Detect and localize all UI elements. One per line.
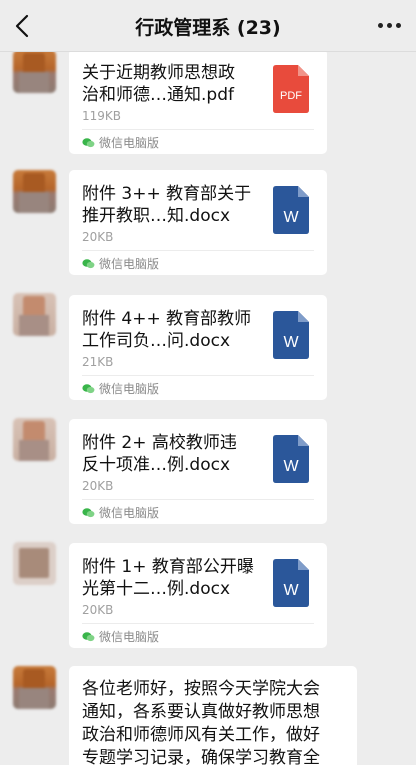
source-label: 微信电脑版	[99, 381, 160, 396]
text-message-bubble[interactable]: 各位老师好，按照今天学院大会 通知，各系要认真做好教师思想 政治和师德师风有关工…	[69, 666, 357, 765]
source-label: 微信电脑版	[99, 135, 160, 150]
source-row: 微信电脑版	[82, 134, 159, 150]
pdf-file-icon: PDF	[273, 65, 309, 113]
file-name: 关于近期教师思想政 治和师德…通知.pdf	[82, 63, 235, 105]
sender-avatar[interactable]	[13, 666, 56, 709]
svg-text:W: W	[283, 209, 299, 226]
file-size: 20KB	[82, 230, 114, 244]
word-file-icon: W	[273, 186, 309, 234]
sender-avatar[interactable]	[13, 293, 56, 336]
file-message-card[interactable]: 附件 4++ 教育部教师 工作司负…问.docx 21KB 微信电脑版 W	[69, 295, 327, 400]
word-file-icon: W	[273, 311, 309, 359]
card-divider	[82, 250, 314, 251]
card-divider	[82, 375, 314, 376]
wechat-icon	[82, 383, 95, 393]
sender-avatar[interactable]	[13, 418, 56, 461]
source-row: 微信电脑版	[82, 380, 159, 396]
file-name: 附件 2+ 高校教师违 反十项准…例.docx	[82, 433, 237, 475]
chat-title: 行政管理系 (23)	[135, 17, 281, 39]
svg-text:W: W	[283, 582, 299, 599]
word-file-icon: W	[273, 559, 309, 607]
chat-message-list[interactable]: 关于近期教师思想政 治和师德…通知.pdf 119KB 微信电脑版 PDF 附件…	[0, 52, 416, 765]
sender-avatar[interactable]	[13, 52, 56, 93]
more-options-icon[interactable]	[378, 22, 402, 30]
message-text: 各位老师好，按照今天学院大会 通知，各系要认真做好教师思想 政治和师德师风有关工…	[82, 679, 320, 765]
card-divider	[82, 129, 314, 130]
wechat-icon	[82, 631, 95, 641]
file-message-card[interactable]: 附件 3++ 教育部关于 推开教职…知.docx 20KB 微信电脑版 W	[69, 170, 327, 275]
file-name: 附件 3++ 教育部关于 推开教职…知.docx	[82, 184, 252, 226]
wechat-icon	[82, 507, 95, 517]
file-message-card[interactable]: 关于近期教师思想政 治和师德…通知.pdf 119KB 微信电脑版 PDF	[69, 52, 327, 154]
source-label: 微信电脑版	[99, 256, 160, 271]
source-label: 微信电脑版	[99, 629, 160, 644]
word-file-icon: W	[273, 435, 309, 483]
file-message-card[interactable]: 附件 2+ 高校教师违 反十项准…例.docx 20KB 微信电脑版 W	[69, 419, 327, 524]
svg-text:W: W	[283, 458, 299, 475]
file-size: 20KB	[82, 479, 114, 493]
file-size: 21KB	[82, 355, 114, 369]
chat-header: 行政管理系 (23)	[0, 0, 416, 52]
source-row: 微信电脑版	[82, 628, 159, 644]
svg-text:W: W	[283, 334, 299, 351]
file-size: 20KB	[82, 603, 114, 617]
sender-avatar[interactable]	[13, 542, 56, 585]
card-divider	[82, 623, 314, 624]
card-divider	[82, 499, 314, 500]
wechat-icon	[82, 137, 95, 147]
source-row: 微信电脑版	[82, 255, 159, 271]
wechat-icon	[82, 258, 95, 268]
file-name: 附件 1+ 教育部公开曝 光第十二…例.docx	[82, 557, 254, 599]
file-message-card[interactable]: 附件 1+ 教育部公开曝 光第十二…例.docx 20KB 微信电脑版 W	[69, 543, 327, 648]
file-name: 附件 4++ 教育部教师 工作司负…问.docx	[82, 309, 252, 351]
svg-text:PDF: PDF	[280, 90, 302, 102]
sender-avatar[interactable]	[13, 170, 56, 213]
file-size: 119KB	[82, 109, 122, 123]
source-row: 微信电脑版	[82, 504, 159, 520]
source-label: 微信电脑版	[99, 505, 160, 520]
